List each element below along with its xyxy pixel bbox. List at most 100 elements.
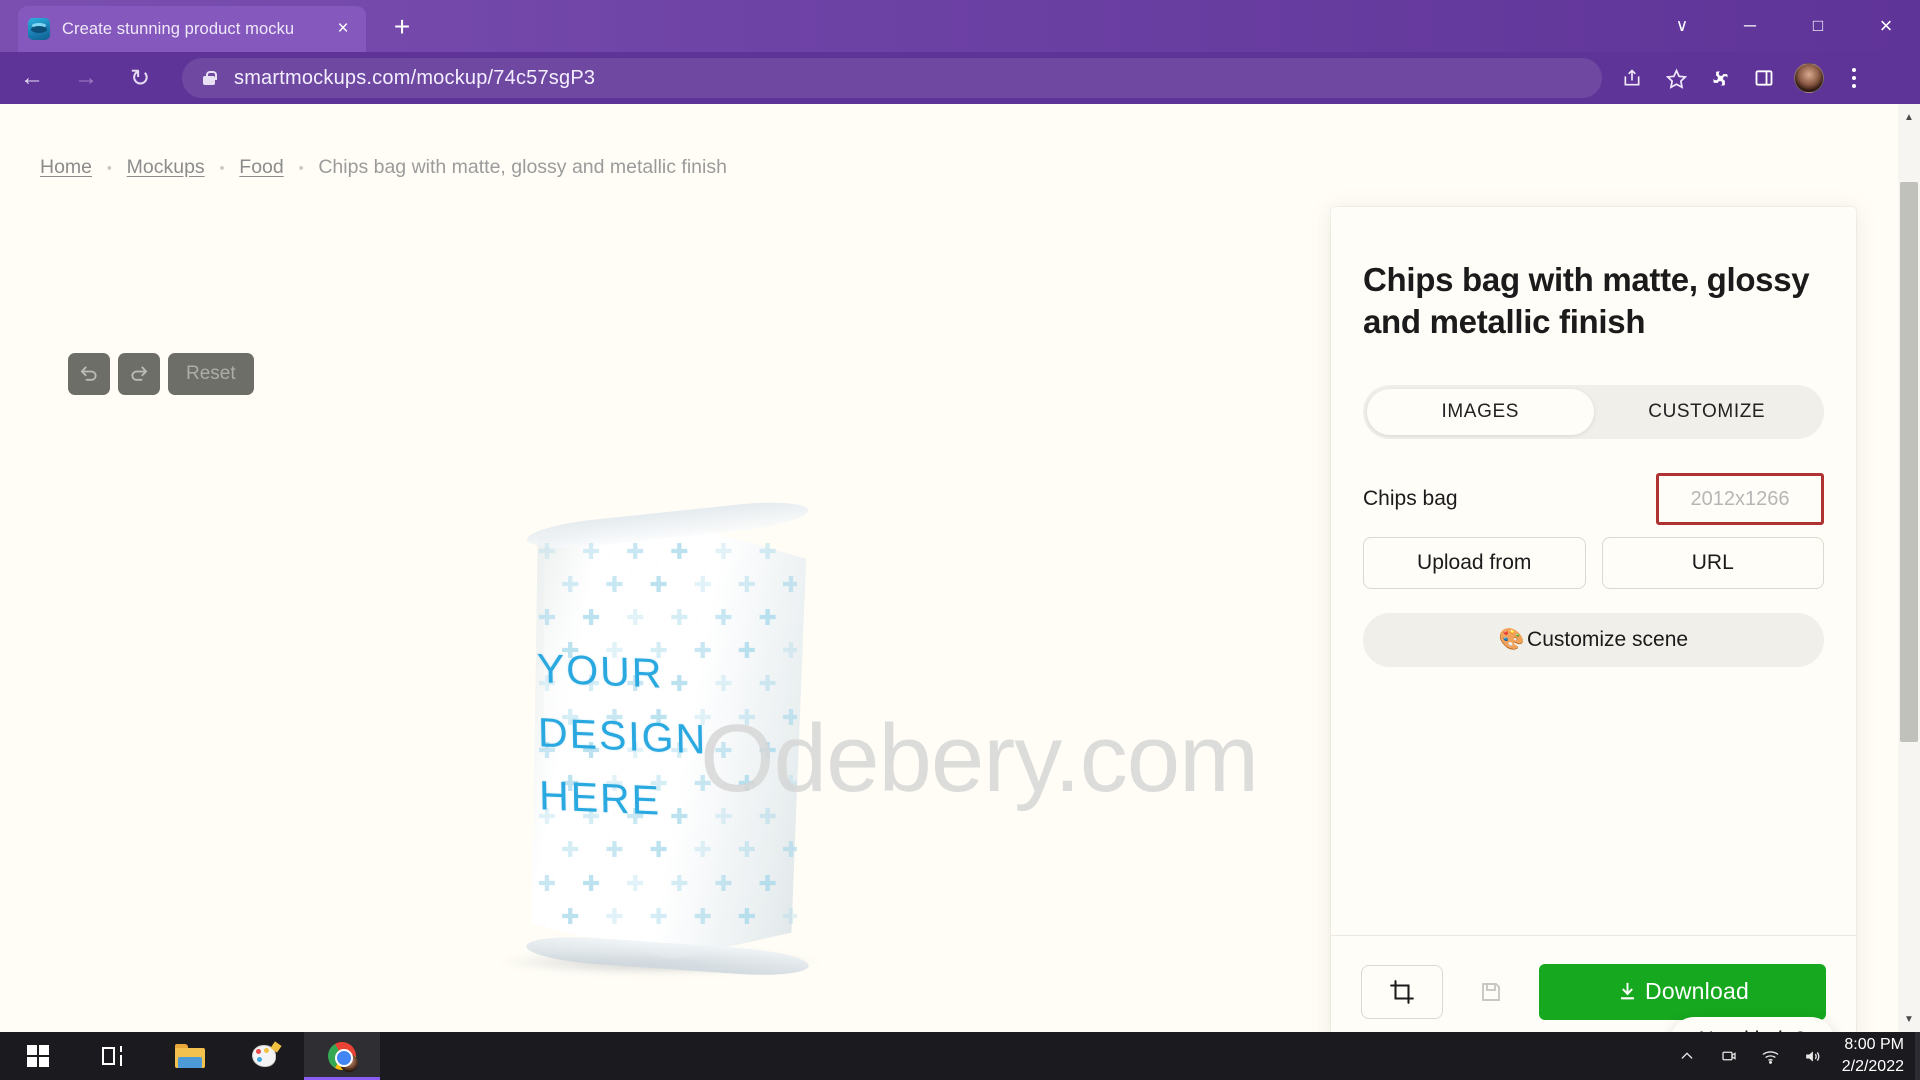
smartmockups-favicon-icon: [28, 18, 50, 40]
share-icon[interactable]: [1610, 56, 1654, 100]
side-panel-icon[interactable]: [1742, 56, 1786, 100]
page-scrollbar[interactable]: ▲ ▼: [1898, 104, 1920, 1032]
save-button[interactable]: [1461, 965, 1521, 1019]
camera-icon[interactable]: [1708, 1032, 1750, 1080]
bag-pattern-plus-icon: ✚: [538, 938, 556, 941]
bag-pattern-plus-icon: ✚: [693, 903, 712, 929]
tab-images[interactable]: IMAGES: [1367, 389, 1594, 436]
bag-pattern-plus-icon: ✚: [758, 671, 777, 697]
breadcrumb-item-home[interactable]: Home: [40, 156, 92, 179]
bag-pattern-plus-icon: ✚: [649, 837, 668, 863]
bag-pattern-plus-icon: ✚: [758, 538, 777, 564]
bag-pattern-plus-icon: ✚: [781, 837, 798, 863]
chrome-icon: [328, 1042, 358, 1072]
breadcrumb-item-current: Chips bag with matte, glossy and metalli…: [318, 156, 727, 178]
bag-pattern-plus-icon: ✚: [581, 538, 601, 564]
chrome-menu-kebab-icon[interactable]: [1832, 56, 1876, 100]
palette-icon: 🎨: [1498, 628, 1526, 652]
bag-pattern-plus-icon: ✚: [605, 837, 624, 863]
mockup-settings-panel: Chips bag with matte, glossy and metalli…: [1331, 207, 1856, 1032]
reload-icon[interactable]: ↻: [118, 56, 162, 100]
breadcrumb-item-food[interactable]: Food: [239, 156, 283, 179]
layer-row: Chips bag 2012x1266: [1363, 473, 1824, 526]
bookmark-star-icon[interactable]: [1654, 56, 1698, 100]
upload-from-button[interactable]: Upload from: [1363, 537, 1586, 590]
bag-pattern-plus-icon: ✚: [737, 837, 757, 863]
paint-button[interactable]: [228, 1032, 304, 1080]
page-viewport: Home ▪ Mockups ▪ Food ▪ Chips bag with m…: [0, 104, 1920, 1032]
browser-tab-title: Create stunning product mocku: [62, 19, 295, 38]
panel-title: Chips bag with matte, glossy and metalli…: [1363, 261, 1810, 341]
chrome-more-chevron-icon[interactable]: ∨: [1648, 0, 1716, 52]
bag-pattern-plus-icon: ✚: [693, 571, 712, 597]
upload-buttons: Upload from URL: [1363, 537, 1824, 590]
address-bar-url: smartmockups.com/mockup/74c57sgP3: [234, 66, 596, 89]
bag-pattern-plus-icon: ✚: [581, 870, 601, 896]
browser-toolbar: ← → ↻ smartmockups.com/mockup/74c57sgP3: [0, 52, 1920, 104]
bag-pattern-plus-icon: ✚: [581, 605, 601, 631]
back-icon[interactable]: ←: [10, 56, 54, 100]
bag-pattern-plus-icon: ✚: [693, 837, 712, 863]
window-close-button[interactable]: ×: [1852, 0, 1920, 52]
bag-pattern-plus-icon: ✚: [714, 538, 733, 564]
address-bar[interactable]: smartmockups.com/mockup/74c57sgP3: [182, 58, 1602, 98]
show-desktop-button[interactable]: [1915, 1032, 1920, 1080]
layer-name: Chips bag: [1363, 487, 1458, 511]
bag-pattern-plus-icon: ✚: [758, 605, 777, 631]
bag-pattern-plus-icon: ✚: [625, 605, 645, 631]
customize-scene-button[interactable]: 🎨 Customize scene: [1363, 613, 1824, 668]
window-minimize-button[interactable]: ─: [1716, 0, 1784, 52]
clock-date: 2/2/2022: [1841, 1058, 1904, 1075]
file-explorer-icon: [175, 1044, 205, 1068]
bag-pattern-plus-icon: ✚: [625, 538, 645, 564]
scroll-down-arrow-icon[interactable]: ▼: [1898, 1008, 1920, 1030]
layer-dimensions-field[interactable]: 2012x1266: [1656, 473, 1824, 526]
browser-tab[interactable]: Create stunning product mocku ×: [18, 6, 366, 52]
crop-button[interactable]: [1361, 964, 1443, 1019]
lock-icon: [200, 69, 218, 87]
volume-icon[interactable]: [1792, 1032, 1834, 1080]
bag-pattern-plus-icon: ✚: [561, 903, 580, 929]
bag-pattern-plus-icon: ✚: [537, 605, 557, 631]
bag-pattern-plus-icon: ✚: [758, 870, 777, 896]
bag-pattern-plus-icon: ✚: [737, 571, 757, 597]
scroll-up-arrow-icon[interactable]: ▲: [1898, 106, 1920, 128]
url-button[interactable]: URL: [1601, 537, 1824, 590]
show-hidden-icons-chevron-icon[interactable]: [1666, 1032, 1708, 1080]
breadcrumb-separator: ▪: [298, 160, 304, 175]
forward-icon[interactable]: →: [64, 56, 108, 100]
tab-customize[interactable]: CUSTOMIZE: [1594, 389, 1821, 435]
profile-avatar[interactable]: [1794, 63, 1824, 93]
start-button[interactable]: [0, 1032, 76, 1080]
bag-pattern-plus-icon: ✚: [625, 870, 645, 896]
scrollbar-thumb[interactable]: [1900, 182, 1918, 742]
chrome-taskbar-button[interactable]: [304, 1032, 380, 1080]
taskbar-clock[interactable]: 8:00 PM 2/2/2022: [1834, 1034, 1920, 1077]
bag-pattern-plus-icon: ✚: [781, 638, 798, 664]
task-view-button[interactable]: [76, 1032, 152, 1080]
wifi-icon[interactable]: [1750, 1032, 1792, 1080]
need-help-button[interactable]: Need help?: [1670, 1017, 1834, 1032]
mockup-stage[interactable]: ✚ ✚ ✚ ✚ ✚ ✚ ✚ ✚ ✚ ✚ ✚ ✚ ✚ ✚ ✚ ✚ ✚ ✚ ✚ ✚ ✚ ✚ ✚ ✚ ✚ ✚ ✚ ✚ ✚ ✚ ✚ ✚ ✚ ✚ ✚ ✚ ✚ ✚ ✚ ✚…: [0, 214, 1330, 1014]
bag-pattern-plus-icon: ✚: [714, 605, 733, 631]
new-tab-button[interactable]: +: [385, 12, 419, 46]
breadcrumb-separator: ▪: [219, 160, 225, 175]
bag-pattern-plus-icon: ✚: [737, 903, 757, 929]
bag-design-line: YOUR: [536, 645, 664, 697]
bag-pattern-plus-icon: ✚: [670, 605, 689, 631]
breadcrumb-item-mockups[interactable]: Mockups: [127, 156, 205, 179]
file-explorer-button[interactable]: [152, 1032, 228, 1080]
bag-pattern-plus-icon: ✚: [781, 571, 798, 597]
breadcrumb-separator: ▪: [107, 160, 112, 175]
bag-pattern-plus-icon: ✚: [537, 870, 557, 896]
bag-pattern-plus-icon: ✚: [537, 538, 557, 564]
bag-pattern-plus-icon: ✚: [561, 837, 580, 863]
bag-pattern-plus-icon: ✚: [714, 938, 732, 941]
window-maximize-button[interactable]: □: [1784, 0, 1852, 52]
download-button[interactable]: Download: [1539, 963, 1826, 1020]
extensions-puzzle-icon[interactable]: [1698, 56, 1742, 100]
close-tab-icon[interactable]: ×: [330, 16, 356, 42]
paint-icon: [252, 1041, 282, 1069]
bag-pattern-plus-icon: ✚: [626, 938, 644, 941]
panel-tabs: IMAGES CUSTOMIZE: [1363, 385, 1824, 440]
